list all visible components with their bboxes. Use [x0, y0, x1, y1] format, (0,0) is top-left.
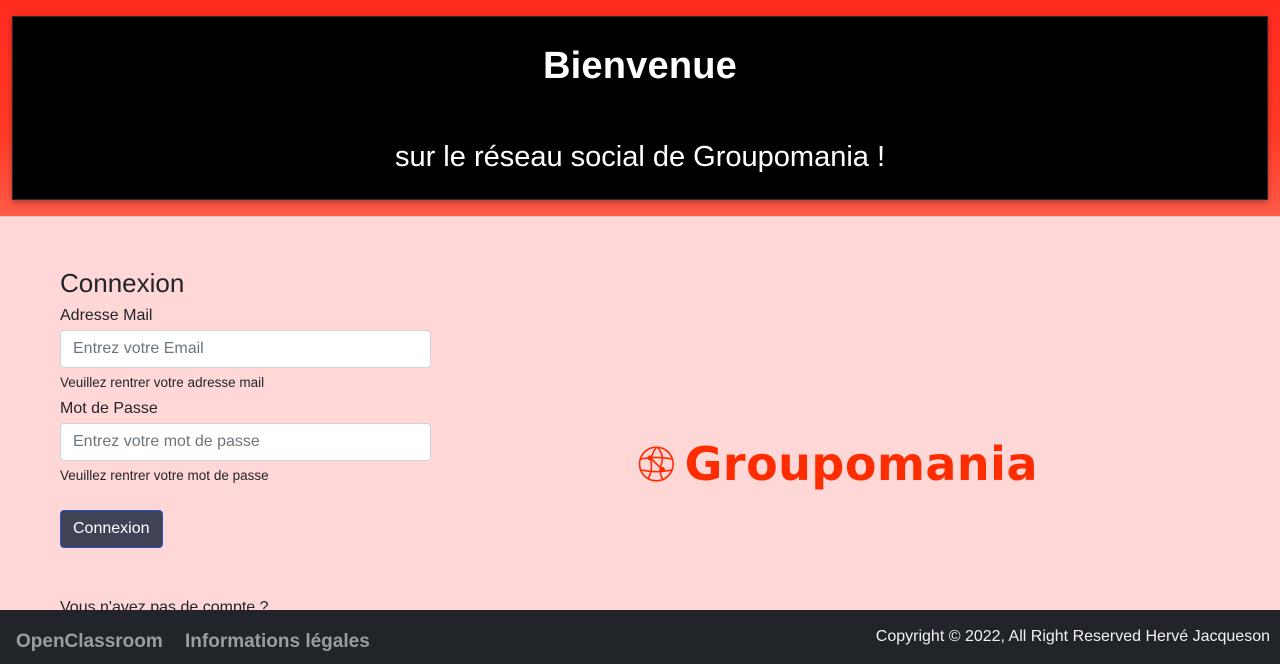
globe-icon: [638, 446, 674, 482]
login-button[interactable]: Connexion: [60, 510, 163, 548]
footer-link-legal-info[interactable]: Informations légales: [185, 631, 370, 653]
password-label: Mot de Passe: [60, 400, 158, 417]
header-band: Bienvenue sur le réseau social de Groupo…: [0, 0, 1280, 217]
login-form: Connexion Adresse Mail Veuillez rentrer …: [60, 266, 432, 548]
logo-text: Groupomania: [684, 437, 1038, 491]
page-subtitle: sur le réseau social de Groupomania !: [394, 141, 886, 173]
password-help-text: Veuillez rentrer votre mot de passe: [60, 468, 269, 483]
footer-link-openclassroom[interactable]: OpenClassroom: [16, 631, 163, 653]
copyright-text: Copyright © 2022, All Right Reserved Her…: [875, 628, 1270, 645]
footer: OpenClassroom Informations légales Copyr…: [0, 610, 1280, 664]
password-field[interactable]: [60, 423, 431, 461]
page-title: Bienvenue: [543, 45, 737, 87]
email-label: Adresse Mail: [60, 307, 153, 324]
email-help-text: Veuillez rentrer votre adresse mail: [60, 375, 265, 390]
groupomania-logo: Groupomania: [638, 428, 1038, 500]
welcome-banner: Bienvenue sur le réseau social de Groupo…: [12, 16, 1268, 200]
email-field[interactable]: [60, 330, 431, 368]
login-form-title: Connexion: [60, 268, 185, 298]
